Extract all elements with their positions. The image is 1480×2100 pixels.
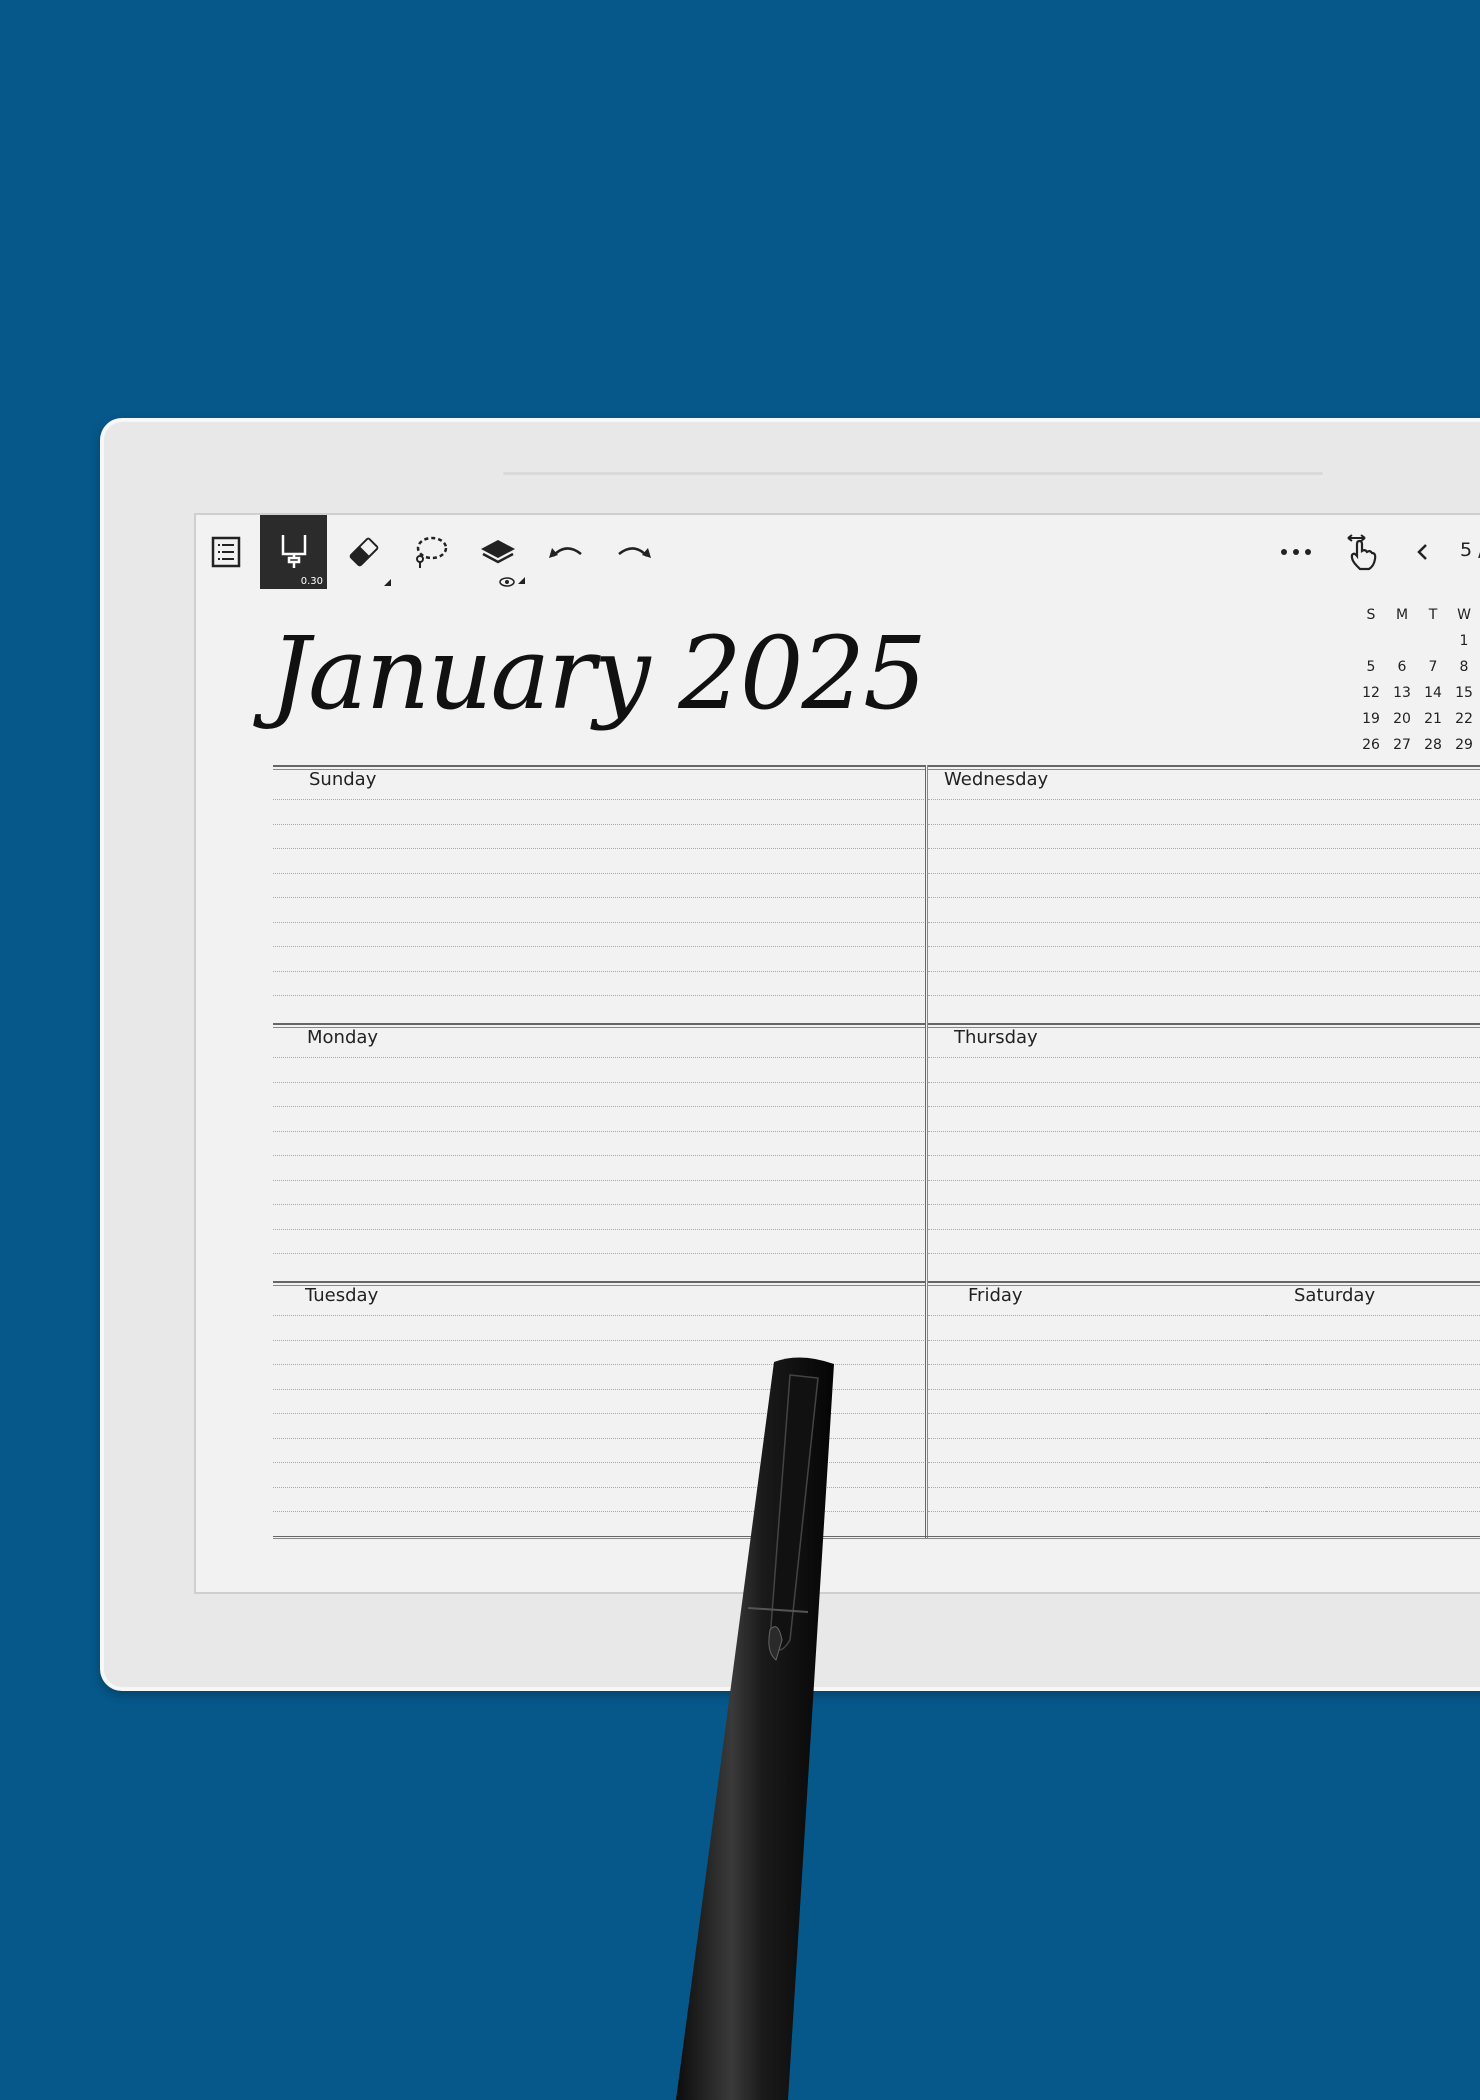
stylus-pen [676,1357,834,2100]
